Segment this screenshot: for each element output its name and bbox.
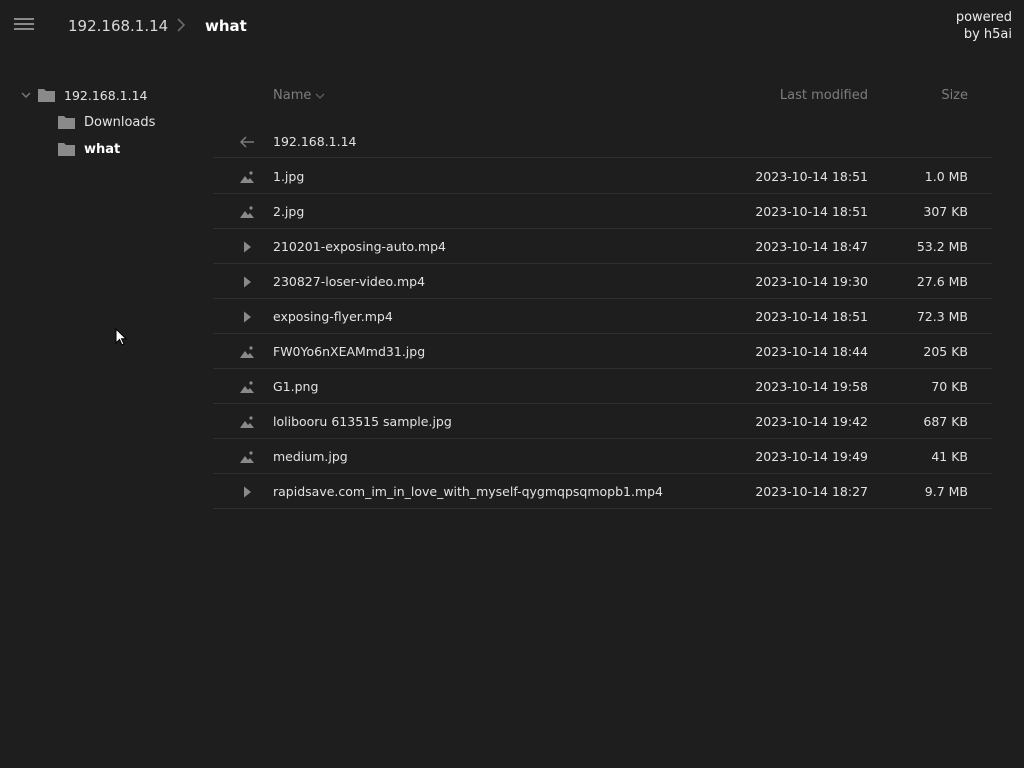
file-name: 230827-loser-video.mp4 <box>273 274 426 289</box>
parent-folder-label: 192.168.1.14 <box>273 134 357 149</box>
tree-item-label: Downloads <box>84 114 156 130</box>
chevron-down-icon[interactable] <box>20 89 32 101</box>
image-icon <box>240 346 254 358</box>
file-size: 72.3 MB <box>916 309 968 324</box>
file-size: 70 KB <box>931 379 968 394</box>
file-row[interactable]: medium.jpg 2023-10-14 19:49 41 KB <box>213 439 992 474</box>
file-row[interactable]: FW0Yo6nXEAMmd31.jpg 2023-10-14 18:44 205 K… <box>213 334 992 369</box>
play-icon <box>244 276 251 288</box>
image-icon <box>240 416 254 428</box>
powered-line-2: by h5ai <box>963 27 1012 42</box>
tree-item-root[interactable]: 192.168.1.14 <box>20 84 148 106</box>
file-row[interactable]: 2.jpg 2023-10-14 18:51 307 KB <box>213 194 992 229</box>
folder-icon <box>58 116 75 129</box>
menu-icon[interactable] <box>14 18 34 32</box>
file-name: lolibooru 613515 sample.jpg <box>273 414 452 429</box>
list-header: Name Last modified Size <box>213 84 992 108</box>
tree-item-label: 192.168.1.14 <box>64 87 148 103</box>
tree-item-label: what <box>84 141 121 157</box>
sort-chevron-down-icon <box>315 93 325 99</box>
breadcrumb-root[interactable]: 192.168.1.14 <box>68 17 168 35</box>
file-modified: 2023-10-14 18:51 <box>755 169 868 184</box>
file-name: medium.jpg <box>273 449 348 464</box>
file-name: G1.png <box>273 379 319 394</box>
file-size: 307 KB <box>923 204 968 219</box>
file-list: Name Last modified Size 192.168.1.14 1.j… <box>213 84 992 509</box>
play-icon <box>244 241 251 253</box>
image-icon <box>240 171 254 183</box>
tree-item-what[interactable]: what <box>58 138 120 160</box>
file-row[interactable]: 210201-exposing-auto.mp4 2023-10-14 18:47… <box>213 229 992 264</box>
file-modified: 2023-10-14 18:44 <box>755 344 868 359</box>
file-name: 1.jpg <box>273 169 305 184</box>
top-bar: 192.168.1.14 what powered by h5ai <box>0 0 1024 52</box>
breadcrumb-current[interactable]: what <box>205 17 247 35</box>
folder-icon <box>38 89 55 102</box>
file-modified: 2023-10-14 19:42 <box>755 414 868 429</box>
file-row[interactable]: exposing-flyer.mp4 2023-10-14 18:51 72.3 M… <box>213 299 992 334</box>
powered-line-1: powered <box>955 10 1012 25</box>
mouse-cursor-icon <box>115 328 128 346</box>
arrow-left-icon <box>239 136 254 148</box>
column-header-modified[interactable]: Last modified <box>780 88 868 103</box>
file-size: 41 KB <box>931 449 968 464</box>
file-modified: 2023-10-14 19:30 <box>755 274 868 289</box>
column-header-name-label: Name <box>273 88 312 103</box>
file-modified: 2023-10-14 18:27 <box>755 484 868 499</box>
tree-item-downloads[interactable]: Downloads <box>58 111 155 133</box>
file-row[interactable]: lolibooru 613515 sample.jpg 2023-10-14 19… <box>213 404 992 439</box>
file-name: FW0Yo6nXEAMmd31.jpg <box>273 344 426 359</box>
file-row[interactable]: 230827-loser-video.mp4 2023-10-14 19:30 27… <box>213 264 992 299</box>
file-size: 9.7 MB <box>924 484 968 499</box>
file-name: rapidsave.com_im_in_love_with_myself-qyg… <box>273 484 664 499</box>
file-modified: 2023-10-14 19:58 <box>755 379 868 394</box>
file-row[interactable]: 1.jpg 2023-10-14 18:51 1.0 MB <box>213 159 992 194</box>
file-size: 687 KB <box>923 414 968 429</box>
column-header-size[interactable]: Size <box>941 88 968 103</box>
file-name: 210201-exposing-auto.mp4 <box>273 239 446 254</box>
parent-folder-row[interactable]: 192.168.1.14 <box>213 124 992 158</box>
image-icon <box>240 206 254 218</box>
file-name: 2.jpg <box>273 204 305 219</box>
file-name: exposing-flyer.mp4 <box>273 309 393 324</box>
file-row[interactable]: G1.png 2023-10-14 19:58 70 KB <box>213 369 992 404</box>
folder-icon <box>58 143 75 156</box>
file-modified: 2023-10-14 19:49 <box>755 449 868 464</box>
file-size: 1.0 MB <box>924 169 968 184</box>
play-icon <box>244 486 251 498</box>
file-modified: 2023-10-14 18:51 <box>755 204 868 219</box>
powered-by[interactable]: powered by h5ai <box>956 9 1012 43</box>
column-header-name[interactable]: Name <box>273 88 325 103</box>
image-icon <box>240 381 254 393</box>
file-modified: 2023-10-14 18:51 <box>755 309 868 324</box>
file-size: 53.2 MB <box>916 239 968 254</box>
play-icon <box>244 311 251 323</box>
file-size: 27.6 MB <box>916 274 968 289</box>
file-row[interactable]: rapidsave.com_im_in_love_with_myself-qyg… <box>213 474 992 509</box>
image-icon <box>240 451 254 463</box>
file-size: 205 KB <box>923 344 968 359</box>
file-modified: 2023-10-14 18:47 <box>755 239 868 254</box>
chevron-right-icon <box>177 18 186 32</box>
